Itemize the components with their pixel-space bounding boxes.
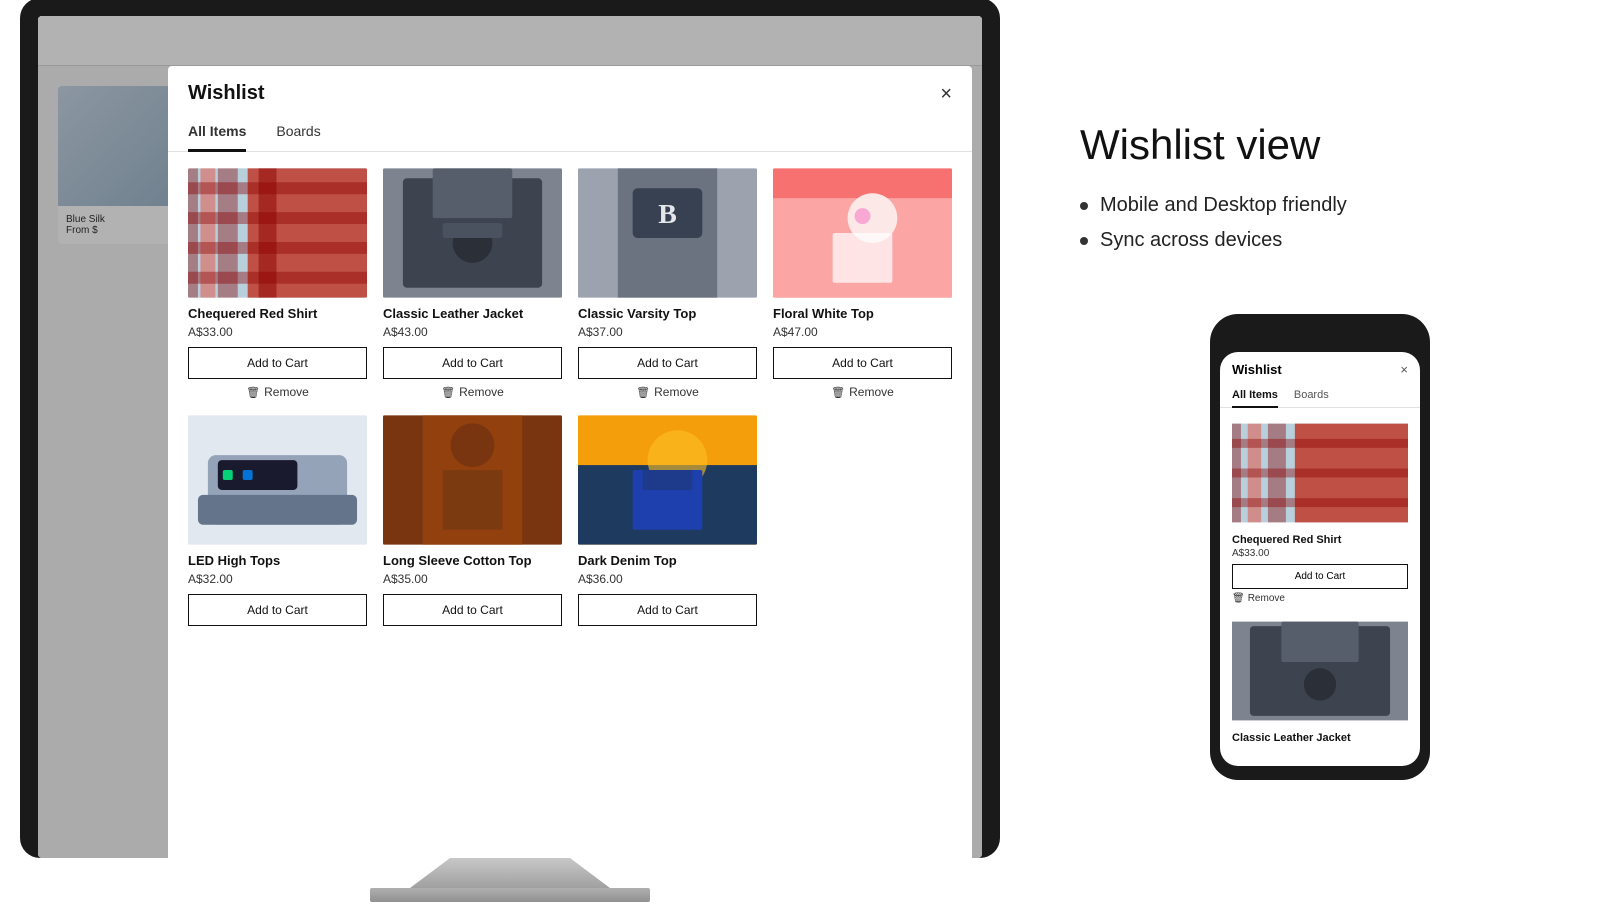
product-name-6: Long Sleeve Cotton Top [383,553,562,568]
product-price-1: A$33.00 [188,325,367,339]
product-image-5 [188,415,367,545]
add-to-cart-button-3[interactable]: Add to Cart [578,347,757,379]
product-image-6 [383,415,562,545]
add-to-cart-button-5[interactable]: Add to Cart [188,594,367,626]
modal-title: Wishlist [188,82,265,105]
remove-label-1: Remove [264,385,309,399]
remove-button-1[interactable]: 🗑 Remove [188,385,367,399]
phone-modal-title: Wishlist [1232,362,1282,377]
product-price-3: A$37.00 [578,325,757,339]
phone-remove-label-1: Remove [1248,593,1285,604]
monitor-screen: Blue Silk From $ Dark De From $ [38,16,982,858]
product-card-4: Floral White Top A$47.00 Add to Cart 🗑 R… [773,168,952,399]
product-card-6: Long Sleeve Cotton Top A$35.00 Add to Ca… [383,415,562,632]
product-name-1: Chequered Red Shirt [188,306,367,321]
product-name-2: Classic Leather Jacket [383,306,562,321]
phone-product-image-2 [1232,616,1408,726]
remove-button-4[interactable]: 🗑 Remove [773,385,952,399]
phone-outer: Wishlist × All Items Boards [1210,314,1430,780]
add-to-cart-button-6[interactable]: Add to Cart [383,594,562,626]
product-card-3: B Classic Varsity Top A$37.00 Add to Car… [578,168,757,399]
product-card-5: LED High Tops A$32.00 Add to Cart [188,415,367,632]
product-price-6: A$35.00 [383,572,562,586]
modal-body: Chequered Red Shirt A$33.00 Add to Cart … [168,152,972,858]
product-image-2 [383,168,562,298]
phone-product-price-1: A$33.00 [1232,548,1408,559]
product-card-2: Classic Leather Jacket A$43.00 Add to Ca… [383,168,562,399]
product-price-7: A$36.00 [578,572,757,586]
modal-header: Wishlist × [168,66,972,105]
mobile-preview: Wishlist × All Items Boards [1210,314,1430,780]
add-to-cart-button-1[interactable]: Add to Cart [188,347,367,379]
phone-product-image-1 [1232,418,1408,528]
remove-label-2: Remove [459,385,504,399]
trash-icon-2: 🗑 [441,386,455,399]
phone-product-card-1: Chequered Red Shirt A$33.00 Add to Cart … [1232,418,1408,604]
remove-label-4: Remove [849,385,894,399]
phone-tab-all-items[interactable]: All Items [1232,385,1278,408]
remove-button-2[interactable]: 🗑 Remove [383,385,562,399]
svg-text:B: B [658,199,677,230]
feature-text-1: Mobile and Desktop friendly [1100,194,1347,217]
monitor: Blue Silk From $ Dark De From $ [20,0,1000,858]
product-name-4: Floral White Top [773,306,952,321]
bullet-1 [1080,202,1088,210]
phone-tabs: All Items Boards [1220,381,1420,408]
phone-modal-header: Wishlist × [1220,352,1420,381]
product-image-4 [773,168,952,298]
phone-products: Chequered Red Shirt A$33.00 Add to Cart … [1220,408,1420,766]
remove-button-3[interactable]: 🗑 Remove [578,385,757,399]
phone-remove-button-1[interactable]: 🗑 Remove [1232,593,1285,604]
wishlist-modal: Wishlist × All Items Boards [168,66,972,858]
feature-item-1: Mobile and Desktop friendly [1080,194,1560,217]
phone-add-to-cart-button-1[interactable]: Add to Cart [1232,564,1408,589]
product-name-5: LED High Tops [188,553,367,568]
product-name-7: Dark Denim Top [578,553,757,568]
phone-notch [1285,328,1355,346]
product-grid: Chequered Red Shirt A$33.00 Add to Cart … [188,168,952,632]
info-section: Wishlist view Mobile and Desktop friendl… [1020,80,1600,820]
tab-boards[interactable]: Boards [276,115,320,152]
phone-product-name-2: Classic Leather Jacket [1232,732,1408,744]
feature-item-2: Sync across devices [1080,229,1560,252]
product-image-1 [188,168,367,298]
phone-tab-boards[interactable]: Boards [1294,385,1329,407]
product-card-7: Dark Denim Top A$36.00 Add to Cart [578,415,757,632]
modal-tabs: All Items Boards [168,105,972,152]
product-price-5: A$32.00 [188,572,367,586]
add-to-cart-button-4[interactable]: Add to Cart [773,347,952,379]
tab-all-items[interactable]: All Items [188,115,246,152]
phone-trash-icon-1: 🗑 [1232,593,1245,604]
product-card-1: Chequered Red Shirt A$33.00 Add to Cart … [188,168,367,399]
phone-screen: Wishlist × All Items Boards [1220,352,1420,766]
feature-list: Mobile and Desktop friendly Sync across … [1080,194,1560,264]
phone-product-name-1: Chequered Red Shirt [1232,534,1408,546]
monitor-stand [410,858,610,888]
close-button[interactable]: × [940,84,952,104]
phone-close-button[interactable]: × [1400,362,1408,377]
add-to-cart-button-7[interactable]: Add to Cart [578,594,757,626]
desktop-section: Blue Silk From $ Dark De From $ [0,0,1020,900]
product-price-2: A$43.00 [383,325,562,339]
remove-label-3: Remove [654,385,699,399]
bullet-2 [1080,237,1088,245]
feature-text-2: Sync across devices [1100,229,1282,252]
trash-icon-1: 🗑 [246,386,260,399]
product-image-7 [578,415,757,545]
product-image-3: B [578,168,757,298]
feature-title: Wishlist view [1080,120,1560,170]
trash-icon-4: 🗑 [831,386,845,399]
phone-product-card-2: Classic Leather Jacket [1232,616,1408,744]
product-price-4: A$47.00 [773,325,952,339]
trash-icon-3: 🗑 [636,386,650,399]
product-name-3: Classic Varsity Top [578,306,757,321]
add-to-cart-button-2[interactable]: Add to Cart [383,347,562,379]
